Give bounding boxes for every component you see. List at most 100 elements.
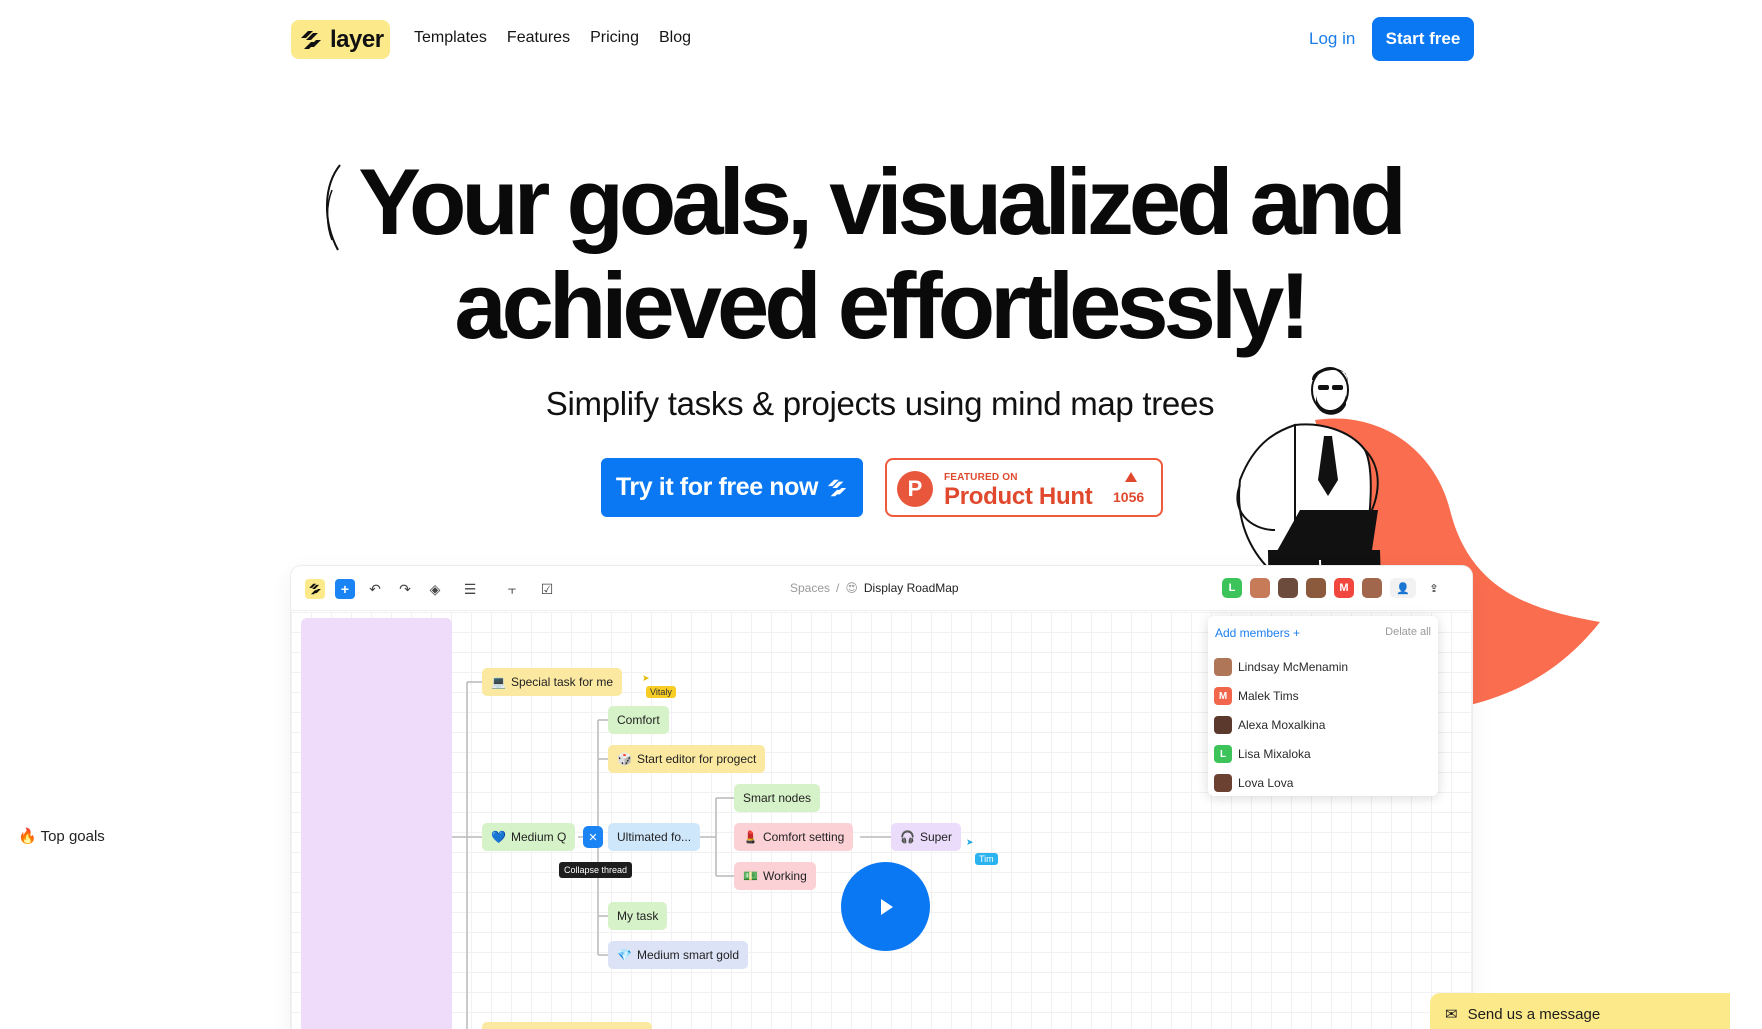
- avatar[interactable]: M: [1334, 578, 1354, 598]
- mail-icon: ✉: [1445, 1006, 1458, 1023]
- node-comfort-setting[interactable]: 💄 Comfort setting: [734, 823, 854, 851]
- avatar: L: [1214, 745, 1232, 763]
- login-link[interactable]: Log in: [1309, 29, 1355, 49]
- money-icon: 💵: [743, 869, 758, 883]
- play-icon: [880, 898, 893, 915]
- tree-layout-icon[interactable]: ⫟: [499, 579, 525, 599]
- member-name: Malek Tims: [1238, 689, 1299, 703]
- member-row[interactable]: L Lisa Mixaloka: [1214, 745, 1311, 763]
- member-row[interactable]: Alexa Moxalkina: [1214, 716, 1325, 734]
- avatar[interactable]: [1250, 578, 1270, 598]
- node-medium-q[interactable]: 💙 Medium Q: [482, 823, 576, 851]
- node-special-task[interactable]: 💻 Special task for me: [482, 668, 622, 696]
- plus-icon: +: [1293, 626, 1301, 640]
- member-name: Alexa Moxalkina: [1238, 718, 1326, 732]
- checkbox-icon[interactable]: ☑: [537, 579, 557, 599]
- breadcrumb-separator: /: [836, 581, 840, 595]
- delete-all-button[interactable]: Delate all: [1385, 626, 1431, 638]
- diamond-icon: 💎: [617, 948, 632, 962]
- member-name: Lisa Mixaloka: [1238, 747, 1311, 761]
- node-ultimated[interactable]: Ultimated fo...: [608, 823, 701, 851]
- breadcrumb-current: Display RoadMap: [863, 581, 959, 595]
- collaborator-avatars: L M 👤 ⇪: [1222, 578, 1444, 598]
- avatar[interactable]: [1278, 578, 1298, 598]
- laptop-icon: 💻: [491, 675, 506, 689]
- add-members-label: Add members: [1215, 626, 1290, 640]
- logo-text: layer: [330, 25, 384, 53]
- node-label: Super: [919, 830, 952, 844]
- node-start-editor[interactable]: 🎲 Start editor for progect: [608, 745, 766, 773]
- avatar: [1214, 774, 1232, 792]
- app-logo-icon[interactable]: [305, 579, 325, 599]
- redo-icon[interactable]: ↷: [395, 579, 415, 599]
- node-working[interactable]: 💵 Working: [734, 862, 816, 890]
- member-row[interactable]: Lindsay McMenamin: [1214, 658, 1348, 676]
- breadcrumb-spaces[interactable]: Spaces: [790, 581, 830, 595]
- hero-title-line1: Your goals, visualized and: [358, 149, 1407, 254]
- avatar: [1214, 716, 1232, 734]
- collapse-thread-icon[interactable]: ✕: [583, 826, 603, 848]
- try-free-label: Try it for free now: [615, 473, 819, 501]
- play-video-button[interactable]: [841, 862, 930, 951]
- nav-link-blog[interactable]: Blog: [659, 29, 691, 47]
- top-goals-label: Top goals: [40, 828, 105, 845]
- members-icon[interactable]: 👤: [1390, 578, 1416, 598]
- members-dropdown: Add members + Delate all Lindsay McMenam…: [1208, 616, 1438, 796]
- node-label: Medium smart gold: [636, 948, 739, 962]
- lipstick-icon: 💄: [743, 830, 758, 844]
- smile-icon: 😍: [845, 581, 858, 595]
- hero-title-line2: achieved effortlessly!: [454, 253, 1310, 358]
- avatar[interactable]: [1306, 578, 1326, 598]
- avatar: M: [1214, 687, 1232, 705]
- cursor-icon: ➤: [642, 673, 650, 683]
- goals-column: [301, 618, 452, 1029]
- member-row[interactable]: Lova Lova: [1214, 774, 1293, 792]
- nav-links: Templates Features Pricing Blog: [414, 29, 691, 47]
- undo-icon[interactable]: ↶: [365, 579, 385, 599]
- top-nav: layer Templates Features Pricing Blog Lo…: [0, 0, 1762, 80]
- node-partial[interactable]: [482, 1022, 652, 1029]
- node-label: Special task for me: [510, 675, 613, 689]
- start-free-button[interactable]: Start free: [1372, 17, 1474, 61]
- ph-upvote-count: 1056: [1113, 489, 1145, 505]
- node-smart-nodes[interactable]: Smart nodes: [734, 784, 821, 812]
- hero-title: Your goals, visualized and achieved effo…: [300, 150, 1460, 358]
- member-name: Lova Lova: [1238, 776, 1294, 790]
- avatar[interactable]: L: [1222, 578, 1242, 598]
- layers-icon[interactable]: ◈: [425, 579, 445, 599]
- node-label: Working: [762, 869, 807, 883]
- member-row[interactable]: M Malek Tims: [1214, 687, 1299, 705]
- try-free-button[interactable]: Try it for free now: [601, 458, 863, 517]
- product-hunt-badge[interactable]: P FEATURED ON Product Hunt 1056: [885, 458, 1163, 517]
- nav-link-templates[interactable]: Templates: [414, 29, 487, 47]
- cursor-tag-tim: Tim: [975, 853, 998, 865]
- avatar: [1214, 658, 1232, 676]
- share-icon[interactable]: ⇪: [1424, 578, 1444, 598]
- app-toolbar: + ↶ ↷ ◈ ☰ ⫟ ☑ Spaces / 😍 Display RoadMap…: [291, 566, 1472, 611]
- send-message-widget[interactable]: ✉ Send us a message: [1430, 993, 1730, 1029]
- send-message-label: Send us a message: [1467, 1005, 1601, 1023]
- add-node-icon[interactable]: +: [335, 579, 355, 599]
- heart-icon: 💙: [491, 830, 506, 844]
- dice-icon: 🎲: [617, 752, 632, 766]
- nav-link-features[interactable]: Features: [507, 29, 570, 47]
- product-hunt-icon: P: [897, 471, 933, 507]
- column-label: 🔥 Top goals: [18, 827, 105, 845]
- node-super[interactable]: 🎧 Super: [891, 823, 961, 851]
- layer-mark-icon: [827, 479, 847, 496]
- node-my-task[interactable]: My task: [608, 902, 668, 930]
- cursor-icon: ➤: [966, 837, 974, 847]
- layer-logo-icon: [301, 30, 321, 49]
- filter-icon[interactable]: ☰: [457, 579, 483, 599]
- fire-icon: 🔥: [18, 828, 37, 845]
- node-label: Comfort setting: [762, 830, 845, 844]
- ph-featured-label: FEATURED ON: [944, 472, 1018, 483]
- node-medium-smart-gold[interactable]: 💎 Medium smart gold: [608, 941, 748, 969]
- layer-logo[interactable]: layer: [291, 20, 390, 59]
- cursor-tag-vitaly: Vitaly: [646, 686, 676, 698]
- nav-link-pricing[interactable]: Pricing: [590, 29, 639, 47]
- collapse-tooltip: Collapse thread: [559, 862, 633, 878]
- add-members-button[interactable]: Add members +: [1215, 626, 1300, 640]
- node-comfort[interactable]: Comfort: [608, 706, 669, 734]
- avatar[interactable]: [1362, 578, 1382, 598]
